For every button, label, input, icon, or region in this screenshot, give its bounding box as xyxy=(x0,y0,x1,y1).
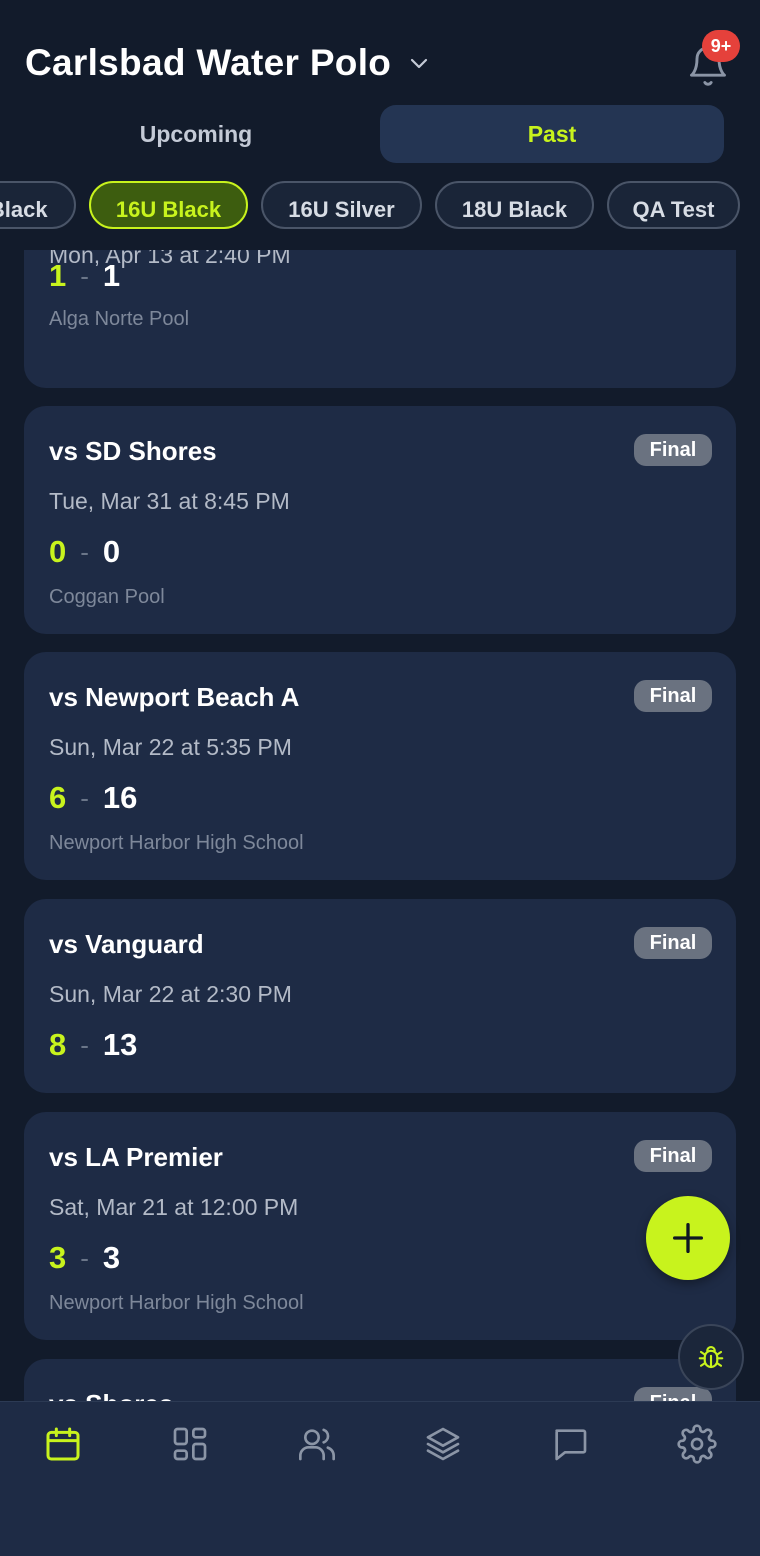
chip-16u-black[interactable]: 16U Black xyxy=(89,181,248,229)
tab-roster[interactable] xyxy=(295,1422,339,1466)
team-filter-chips: 14U Black 16U Black 16U Silver 18U Black… xyxy=(0,181,760,229)
status-badge: Final xyxy=(634,1140,712,1172)
users-icon xyxy=(299,1428,336,1461)
team-selector[interactable]: Carlsbad Water Polo xyxy=(25,42,431,84)
score-separator: - xyxy=(80,1242,89,1273)
game-card[interactable]: Mon, Apr 13 at 2:40 PM 1 - 1 Alga Norte … xyxy=(24,250,736,388)
home-score: 8 xyxy=(49,1027,67,1062)
away-score: 0 xyxy=(102,534,121,569)
game-score: 8 - 13 xyxy=(49,1027,137,1063)
chip-16u-silver[interactable]: 16U Silver xyxy=(261,181,422,229)
status-badge: Final xyxy=(634,927,712,959)
settings-icon xyxy=(677,1424,717,1464)
home-score: 3 xyxy=(49,1240,67,1275)
plus-icon xyxy=(673,1223,703,1253)
tab-library[interactable] xyxy=(421,1422,465,1466)
debug-button[interactable] xyxy=(678,1324,744,1390)
status-badge: Final xyxy=(634,680,712,712)
away-score: 16 xyxy=(102,780,138,815)
game-date: Sat, Mar 21 at 12:00 PM xyxy=(49,1194,299,1220)
chip-14u-black[interactable]: 14U Black xyxy=(0,181,76,229)
game-score: 0 - 0 xyxy=(49,534,120,570)
score-separator: - xyxy=(80,536,89,567)
tab-schedule[interactable] xyxy=(41,1422,85,1466)
bottom-tab-bar xyxy=(0,1401,760,1556)
game-score: 6 - 16 xyxy=(49,780,137,816)
game-card[interactable]: vs Newport Beach A Final Sun, Mar 22 at … xyxy=(24,652,736,880)
header: Carlsbad Water Polo 9+ Upcoming Past 14U… xyxy=(0,0,760,250)
chip-qa-test[interactable]: QA Test xyxy=(607,181,740,229)
game-location: Newport Harbor High School xyxy=(49,1292,304,1314)
away-score: 1 xyxy=(102,258,121,293)
game-score: 1 - 1 xyxy=(49,258,120,294)
game-location: Newport Harbor High School xyxy=(49,832,304,854)
notification-badge: 9+ xyxy=(702,30,740,62)
add-game-button[interactable] xyxy=(646,1196,730,1280)
layers-icon xyxy=(426,1427,460,1461)
tab-messages[interactable] xyxy=(548,1422,592,1466)
tab-settings[interactable] xyxy=(675,1422,719,1466)
score-separator: - xyxy=(80,1029,89,1060)
game-date: Sun, Mar 22 at 2:30 PM xyxy=(49,981,292,1007)
chat-icon xyxy=(555,1429,587,1461)
game-title: vs LA Premier xyxy=(49,1142,223,1172)
game-location: Coggan Pool xyxy=(49,586,165,608)
tab-upcoming[interactable]: Upcoming xyxy=(24,105,368,163)
game-card[interactable]: vs SD Shores Final Tue, Mar 31 at 8:45 P… xyxy=(24,406,736,634)
game-date: Sun, Mar 22 at 5:35 PM xyxy=(49,734,292,760)
game-score: 3 - 3 xyxy=(49,1240,120,1276)
game-date: Tue, Mar 31 at 8:45 PM xyxy=(49,488,290,514)
game-card[interactable]: vs Shores Final xyxy=(24,1359,736,1401)
game-card[interactable]: vs LA Premier Final Sat, Mar 21 at 12:00… xyxy=(24,1112,736,1340)
status-badge: Final xyxy=(634,434,712,466)
game-card[interactable]: vs Vanguard Final Sun, Mar 22 at 2:30 PM… xyxy=(24,899,736,1093)
away-score: 3 xyxy=(102,1240,121,1275)
grid-icon xyxy=(173,1427,207,1461)
tab-past[interactable]: Past xyxy=(380,105,724,163)
calendar-icon xyxy=(46,1427,80,1461)
status-badge: Final xyxy=(634,1387,712,1401)
chip-18u-black[interactable]: 18U Black xyxy=(435,181,594,229)
score-separator: - xyxy=(80,260,89,291)
game-title: vs Shores xyxy=(49,1389,173,1401)
bug-icon xyxy=(698,1345,724,1369)
tab-dashboard[interactable] xyxy=(168,1422,212,1466)
chevron-down-icon xyxy=(411,58,428,69)
score-separator: - xyxy=(80,782,89,813)
game-location: Alga Norte Pool xyxy=(49,308,190,330)
team-name: Carlsbad Water Polo xyxy=(25,42,392,83)
home-score: 0 xyxy=(49,534,67,569)
away-score: 13 xyxy=(102,1027,138,1062)
home-score: 1 xyxy=(49,258,67,293)
home-score: 6 xyxy=(49,780,67,815)
game-title: vs SD Shores xyxy=(49,436,217,466)
game-title: vs Vanguard xyxy=(49,929,204,959)
game-title: vs Newport Beach A xyxy=(49,682,300,712)
